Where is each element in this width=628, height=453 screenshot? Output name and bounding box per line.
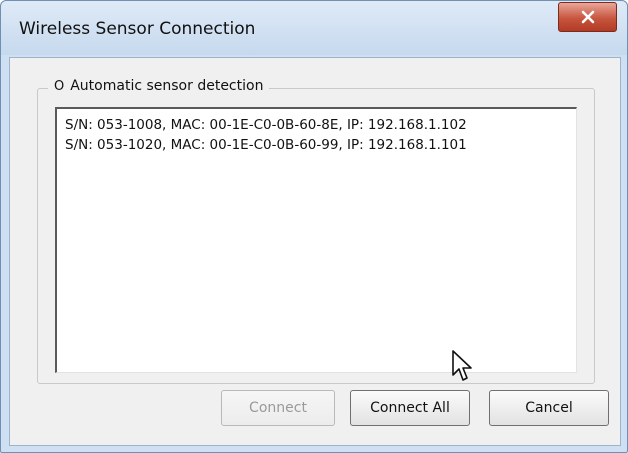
window-title: Wireless Sensor Connection [19,19,256,39]
connect-all-button[interactable]: Connect All [350,390,470,426]
title-bar[interactable]: Wireless Sensor Connection [1,1,627,55]
list-item[interactable]: S/N: 053-1020, MAC: 00-1E-C0-0B-60-99, I… [65,135,568,155]
close-x-icon [581,10,594,24]
sensor-list[interactable]: S/N: 053-1008, MAC: 00-1E-C0-0B-60-8E, I… [55,107,577,373]
group-label: Automatic sensor detection [70,78,264,94]
sensor-detection-group: O Automatic sensor detection S/N: 053-10… [37,78,595,384]
radio-indicator[interactable]: O [54,79,64,94]
dialog-window: Wireless Sensor Connection O Automatic s… [0,0,628,453]
dialog-content: O Automatic sensor detection S/N: 053-10… [9,57,621,446]
connect-button[interactable]: Connect [221,390,335,426]
cancel-button[interactable]: Cancel [489,390,609,426]
list-item[interactable]: S/N: 053-1008, MAC: 00-1E-C0-0B-60-8E, I… [65,115,568,135]
group-legend[interactable]: O Automatic sensor detection [48,78,270,94]
close-button[interactable] [558,2,617,32]
